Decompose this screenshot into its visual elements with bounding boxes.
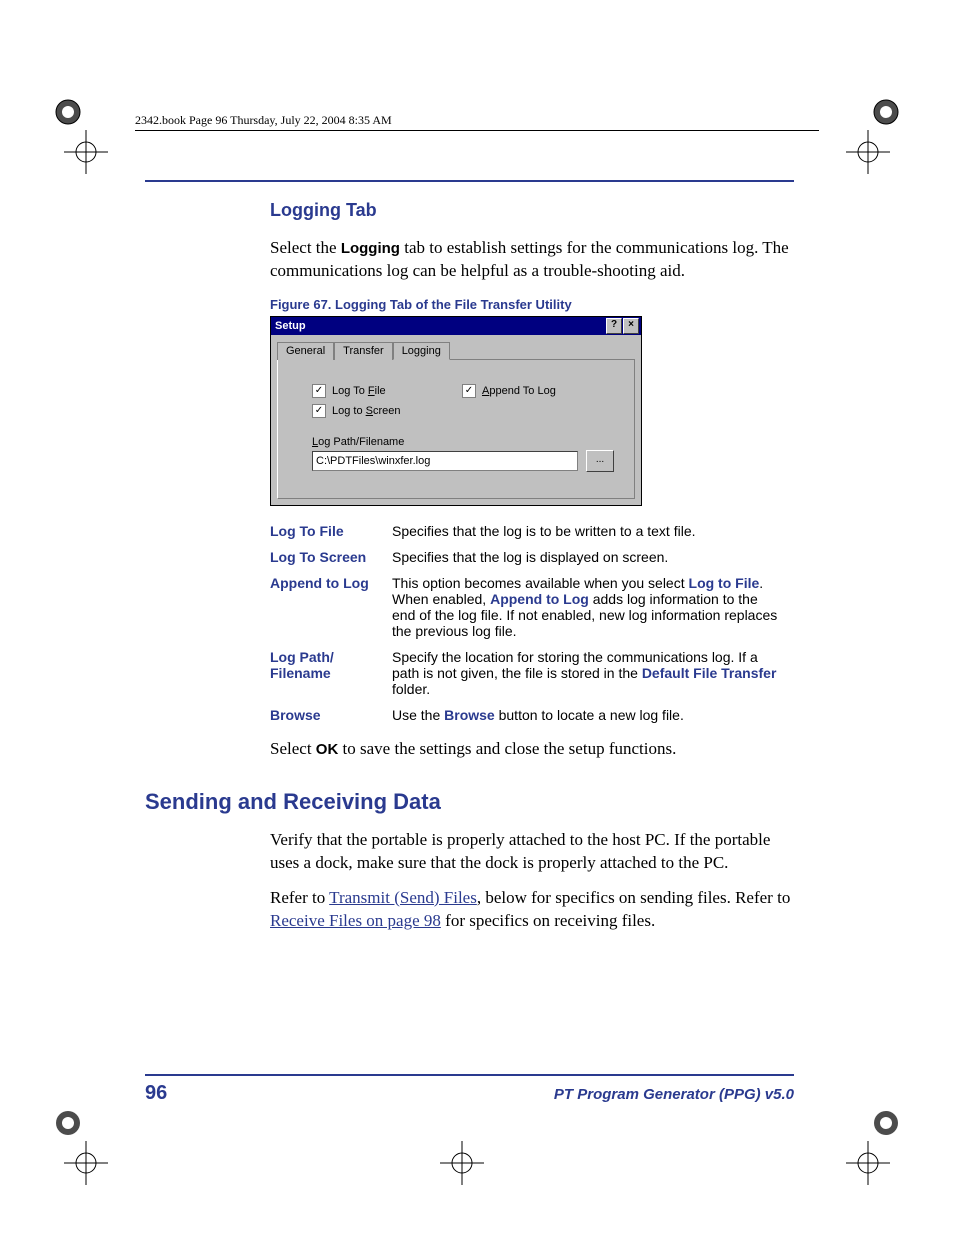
definition-term: Append to Log: [270, 570, 392, 644]
checkbox-label: Log to Screen: [332, 405, 401, 417]
tab-panel-logging: ✓ Log To File ✓ Log to Screen ✓ Ap: [277, 360, 635, 499]
log-path-input[interactable]: C:\PDTFiles\winxfer.log: [312, 451, 578, 471]
bold-term: Browse: [444, 707, 495, 723]
definition-description: Use the Browse button to locate a new lo…: [392, 702, 794, 728]
table-row: Log Path/FilenameSpecify the location fo…: [270, 644, 794, 702]
ok-strong: OK: [316, 741, 339, 758]
section-rule: [145, 180, 794, 182]
text: for specifics on receiving files.: [441, 911, 655, 930]
log-path-label: Log Path/Filename: [312, 436, 614, 448]
registration-mark-icon: [64, 130, 108, 174]
table-row: Log To FileSpecifies that the log is to …: [270, 518, 794, 544]
intro-paragraph: Select the Logging tab to establish sett…: [145, 237, 794, 283]
definition-term: Log To File: [270, 518, 392, 544]
crop-mark-icon: [864, 90, 908, 134]
page-content: Logging Tab Select the Logging tab to es…: [145, 180, 794, 945]
tab-transfer[interactable]: Transfer: [334, 342, 393, 360]
registration-mark-icon: [846, 1141, 890, 1185]
tab-strip: General Transfer Logging: [277, 341, 635, 360]
text: Select the: [270, 238, 341, 257]
crop-mark-icon: [46, 90, 90, 134]
bold-term: Default File Transfer: [642, 665, 777, 681]
crop-mark-icon: [864, 1101, 908, 1145]
definitions-table: Log To FileSpecifies that the log is to …: [270, 518, 794, 728]
checkbox-label: Log To File: [332, 385, 386, 397]
section-heading-logging-tab: Logging Tab: [145, 200, 794, 221]
close-button[interactable]: ×: [623, 318, 639, 334]
definition-term: Log Path/Filename: [270, 644, 392, 702]
definition-term: Browse: [270, 702, 392, 728]
book-header-line: 2342.book Page 96 Thursday, July 22, 200…: [135, 113, 392, 128]
setup-dialog: Setup ? × General Transfer Logging ✓ Log…: [270, 316, 642, 506]
figure-caption: Figure 67. Logging Tab of the File Trans…: [145, 297, 794, 312]
link-receive-files[interactable]: Receive Files on page 98: [270, 911, 441, 930]
definition-term: Log To Screen: [270, 544, 392, 570]
section-heading-sending-receiving: Sending and Receiving Data: [145, 789, 794, 815]
link-transmit-files[interactable]: Transmit (Send) Files: [329, 888, 477, 907]
dialog-title: Setup: [273, 320, 605, 332]
bold-term: Append to Log: [490, 591, 589, 607]
dialog-titlebar: Setup ? ×: [271, 317, 641, 335]
header-rule: [135, 130, 819, 131]
page-number: 96: [145, 1082, 167, 1105]
closing-paragraph: Select OK to save the settings and close…: [145, 738, 794, 761]
definition-description: Specify the location for storing the com…: [392, 644, 794, 702]
text: Select: [270, 739, 316, 758]
registration-mark-icon: [64, 1141, 108, 1185]
tab-general[interactable]: General: [277, 342, 334, 360]
footer-title: PT Program Generator (PPG) v5.0: [554, 1086, 794, 1103]
sec2-paragraph-2: Refer to Transmit (Send) Files, below fo…: [145, 887, 794, 933]
table-row: BrowseUse the Browse button to locate a …: [270, 702, 794, 728]
text: to save the settings and close the setup…: [338, 739, 676, 758]
sec2-paragraph-1: Verify that the portable is properly att…: [145, 829, 794, 875]
browse-button[interactable]: ...: [586, 450, 614, 472]
checkbox-log-to-screen[interactable]: ✓: [312, 404, 326, 418]
checkbox-log-to-file[interactable]: ✓: [312, 384, 326, 398]
definition-description: This option becomes available when you s…: [392, 570, 794, 644]
tab-logging[interactable]: Logging: [393, 342, 450, 360]
text: , below for specifics on sending files. …: [477, 888, 790, 907]
checkbox-append-to-log[interactable]: ✓: [462, 384, 476, 398]
logging-strong: Logging: [341, 240, 400, 257]
registration-mark-icon: [846, 130, 890, 174]
bold-term: Log to File: [689, 575, 760, 591]
text: Refer to: [270, 888, 329, 907]
page-footer: 96 PT Program Generator (PPG) v5.0: [145, 1074, 794, 1105]
help-button[interactable]: ?: [606, 318, 622, 334]
table-row: Log To ScreenSpecifies that the log is d…: [270, 544, 794, 570]
table-row: Append to LogThis option becomes availab…: [270, 570, 794, 644]
checkbox-label: Append To Log: [482, 385, 556, 397]
crop-mark-icon: [46, 1101, 90, 1145]
definition-description: Specifies that the log is to be written …: [392, 518, 794, 544]
registration-mark-icon: [440, 1141, 484, 1185]
definition-description: Specifies that the log is displayed on s…: [392, 544, 794, 570]
